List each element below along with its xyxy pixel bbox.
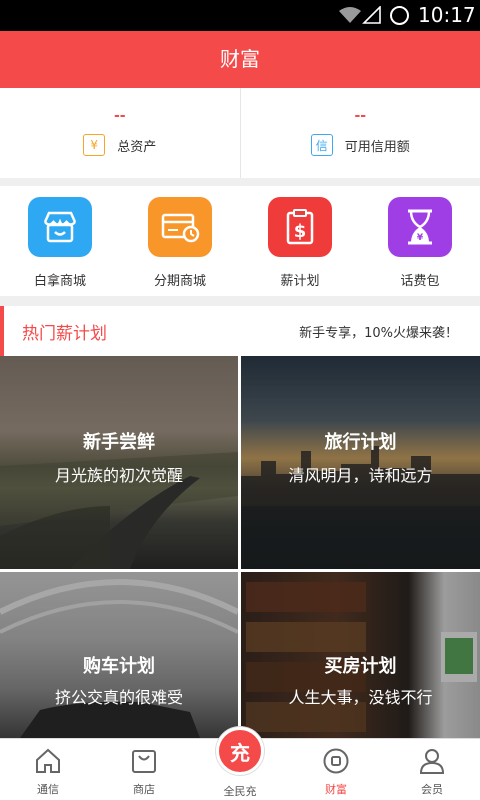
card-clock-icon — [148, 197, 212, 257]
tab-label: 全民充 — [223, 785, 257, 798]
svg-text:$: $ — [294, 221, 307, 242]
wealth-icon — [323, 748, 349, 774]
plan-card-title: 买房计划 — [324, 656, 397, 677]
entry-salary-plan-label: 薪计划 — [280, 274, 320, 289]
plan-card-house[interactable]: 买房计划 人生大事，没钱不行 — [241, 572, 480, 738]
entry-free-mall-label: 白拿商城 — [33, 274, 86, 289]
shopping-bag-icon — [132, 750, 156, 773]
credit-icon: 信 — [310, 134, 333, 156]
plan-card-subtitle: 月光族的初次觉醒 — [54, 466, 183, 485]
wifi-icon — [339, 7, 361, 23]
dollar-clipboard-icon: $ — [268, 197, 332, 257]
entry-phone-bill-pack-label: 话费包 — [400, 274, 440, 289]
plan-card-beginner[interactable]: 新手尝鲜 月光族的初次觉醒 — [0, 356, 238, 569]
total-assets[interactable]: -- ¥ 总资产 — [0, 88, 240, 178]
charge-icon[interactable]: 充 — [216, 727, 264, 775]
tab-label: 通信 — [37, 783, 59, 796]
plan-card-subtitle: 清风明月，诗和远方 — [288, 466, 433, 485]
hot-plans-header: 热门薪计划 新手专享，10%火爆来袭！ — [0, 306, 480, 356]
entry-installment-mall-label: 分期商城 — [153, 274, 206, 289]
plan-card-title: 旅行计划 — [324, 432, 397, 453]
hourglass-icon: ¥ — [388, 197, 452, 257]
signal-icon — [362, 6, 381, 24]
plan-card-subtitle: 挤公交真的很难受 — [54, 688, 183, 707]
tab-member[interactable]: 会员 — [384, 739, 480, 800]
battery-circle-icon — [390, 6, 409, 25]
entry-installment-mall[interactable]: 分期商城 — [120, 186, 240, 296]
assets-panel: -- ¥ 总资产 -- 信 可用信用额 — [0, 88, 480, 178]
tab-communication[interactable]: 通信 — [0, 739, 96, 800]
entry-free-mall[interactable]: 白拿商城 — [0, 186, 120, 296]
svg-text:¥: ¥ — [417, 233, 424, 243]
user-icon — [419, 749, 445, 774]
home-icon — [36, 748, 60, 773]
plan-card-subtitle: 人生大事，没钱不行 — [288, 688, 433, 707]
total-assets-label: 总资产 — [117, 139, 157, 155]
plan-card-title: 购车计划 — [83, 656, 155, 677]
entry-phone-bill-pack[interactable]: ¥ 话费包 — [360, 186, 480, 296]
available-credit-value: -- — [354, 108, 367, 124]
section-accent-bar — [0, 306, 4, 356]
divider — [0, 296, 480, 306]
available-credit-label: 可用信用额 — [344, 139, 410, 155]
divider — [0, 178, 480, 186]
total-assets-value: -- — [113, 108, 126, 124]
tab-wealth[interactable]: 财富 — [288, 739, 384, 800]
section-title: 热门薪计划 — [22, 324, 107, 344]
tab-label: 商店 — [133, 783, 155, 796]
status-bar: 10:17 — [0, 0, 480, 31]
store-icon — [28, 197, 92, 257]
yen-icon: ¥ — [83, 134, 106, 156]
plan-card-car[interactable]: 购车计划 挤公交真的很难受 — [0, 572, 238, 738]
page-title: 财富 — [0, 31, 480, 88]
available-credit[interactable]: -- 信 可用信用额 — [239, 88, 480, 178]
plan-cards: 新手尝鲜 月光族的初次觉醒 旅行计划 清风明月，诗和远方 购车计划 挤公交真的很… — [0, 356, 480, 738]
bottom-tab-bar: 通信 商店 全民充 充 财富 会员 — [0, 727, 480, 800]
tab-label: 会员 — [421, 783, 443, 796]
section-promo[interactable]: 新手专享，10%火爆来袭！ — [299, 322, 458, 341]
plan-card-title: 新手尝鲜 — [83, 432, 155, 453]
tab-label: 财富 — [325, 783, 347, 796]
status-time: 10:17 — [418, 3, 476, 27]
tab-store[interactable]: 商店 — [96, 739, 192, 800]
entry-salary-plan[interactable]: $ 薪计划 — [240, 186, 360, 296]
feature-entries: 白拿商城 分期商城 $ 薪计划 ¥ 话费包 — [0, 186, 480, 296]
plan-card-travel[interactable]: 旅行计划 清风明月，诗和远方 — [241, 356, 480, 569]
screen: 10:17 财富 -- ¥ 总资产 -- 信 可用信用额 白拿商城 分期商城 $… — [0, 0, 480, 800]
